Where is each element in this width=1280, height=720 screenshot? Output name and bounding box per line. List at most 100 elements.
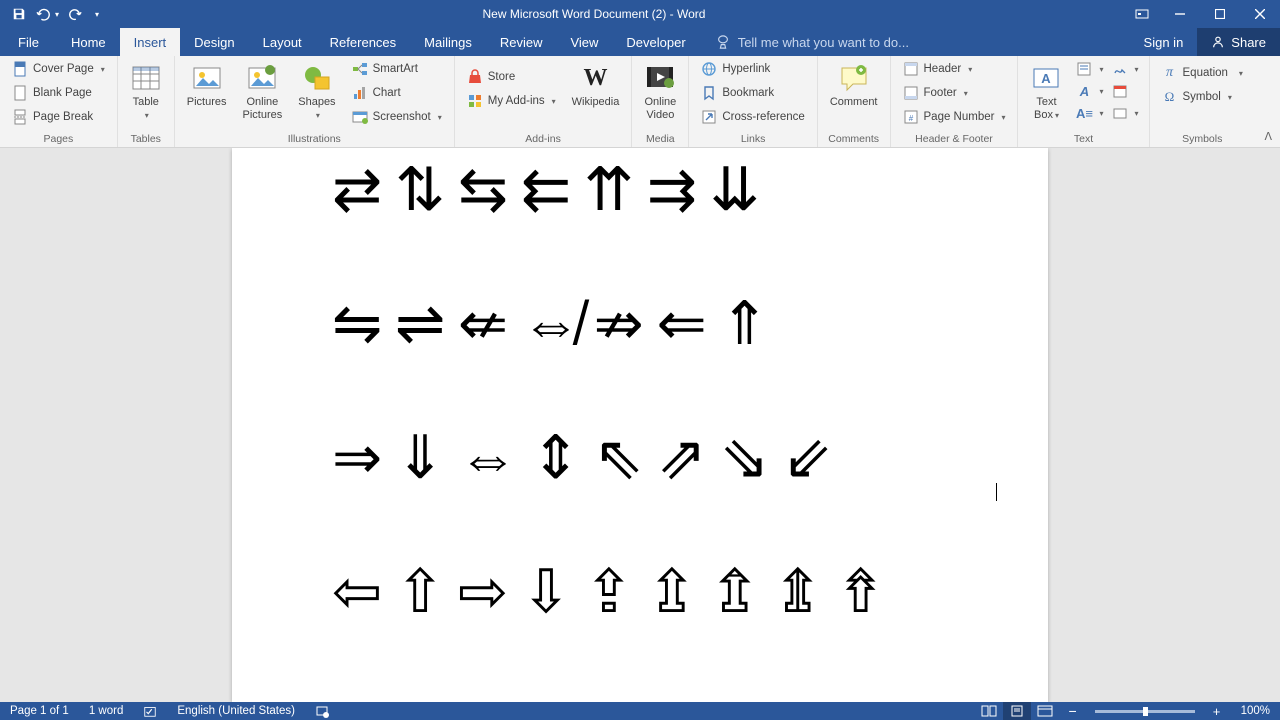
title-bar: ▾ ▾ New Microsoft Word Document (2) - Wo…: [0, 0, 1280, 28]
bookmark-button[interactable]: Bookmark: [695, 82, 810, 104]
zoom-slider[interactable]: [1095, 710, 1195, 713]
signature-line-button[interactable]: ▾: [1108, 58, 1143, 80]
qat-customize[interactable]: ▾: [90, 2, 104, 26]
addins-group-label: Add-ins: [461, 133, 626, 147]
zoom-out-button[interactable]: −: [1059, 702, 1087, 720]
read-mode-button[interactable]: [975, 702, 1003, 720]
symbol-button[interactable]: Ω Symbol▾: [1156, 86, 1249, 108]
document-page[interactable]: ⇄ ⇅ ⇆ ⇇ ⇈ ⇉ ⇊ ⇋ ⇌ ⇍ ⇎ ⇏ ⇐ ⇑ ⇒ ⇓ ⇔ ⇕ ⇖ ⇗ …: [232, 148, 1048, 702]
macro-recording[interactable]: [305, 704, 339, 718]
page-break-button[interactable]: Page Break: [6, 106, 111, 128]
wikipedia-label: Wikipedia: [572, 96, 620, 109]
online-pictures-icon: [246, 62, 278, 94]
illustrations-group-label: Illustrations: [181, 133, 448, 147]
wordart-button[interactable]: A▾: [1072, 80, 1107, 102]
redo-button[interactable]: [62, 2, 88, 26]
word-count[interactable]: 1 word: [79, 705, 134, 717]
text-box-button[interactable]: A TextBox▾: [1024, 58, 1068, 124]
undo-button[interactable]: ▾: [34, 2, 60, 26]
hyperlink-icon: [701, 61, 717, 77]
footer-button[interactable]: Footer▾: [897, 82, 1012, 104]
comment-button[interactable]: Comment: [824, 58, 884, 111]
tab-references[interactable]: References: [316, 28, 410, 56]
smartart-label: SmartArt: [373, 63, 418, 75]
blank-page-button[interactable]: Blank Page: [6, 82, 111, 104]
print-layout-button[interactable]: [1003, 702, 1031, 720]
store-label: Store: [488, 71, 516, 83]
tab-developer[interactable]: Developer: [612, 28, 699, 56]
page-break-label: Page Break: [33, 111, 93, 123]
quick-parts-button[interactable]: ▾: [1072, 58, 1107, 80]
page-number-button[interactable]: # Page Number▾: [897, 106, 1012, 128]
store-button[interactable]: Store: [461, 66, 562, 88]
tell-me-search[interactable]: Tell me what you want to do...: [700, 35, 909, 50]
online-pictures-button[interactable]: OnlinePictures: [237, 58, 289, 124]
header-button[interactable]: Header▾: [897, 58, 1012, 80]
zoom-level[interactable]: 100%: [1231, 705, 1280, 717]
page-number-label: Page Number: [924, 111, 995, 123]
bookmark-label: Bookmark: [722, 87, 774, 99]
save-button[interactable]: [6, 2, 32, 26]
comments-group-label: Comments: [824, 133, 884, 147]
group-comments: Comment Comments: [818, 56, 891, 147]
tab-layout[interactable]: Layout: [249, 28, 316, 56]
collapse-ribbon-button[interactable]: ᐱ: [1264, 130, 1272, 143]
cover-page-icon: [12, 61, 28, 77]
tab-insert[interactable]: Insert: [120, 28, 181, 56]
ribbon: Cover Page▾ Blank Page Page Break Pages …: [0, 56, 1280, 148]
screenshot-button[interactable]: Screenshot▾: [346, 106, 448, 128]
close-button[interactable]: [1240, 0, 1280, 28]
ribbon-display-options[interactable]: [1124, 0, 1160, 28]
tab-review[interactable]: Review: [486, 28, 557, 56]
web-layout-button[interactable]: [1031, 702, 1059, 720]
tab-file[interactable]: File: [0, 28, 57, 56]
minimize-button[interactable]: [1160, 0, 1200, 28]
language-indicator[interactable]: English (United States): [167, 705, 305, 717]
drop-cap-button[interactable]: A≡▾: [1072, 102, 1107, 124]
links-group-label: Links: [695, 133, 810, 147]
sign-in-link[interactable]: Sign in: [1130, 28, 1198, 56]
chart-button[interactable]: Chart: [346, 82, 448, 104]
comment-label: Comment: [830, 96, 878, 109]
pictures-button[interactable]: Pictures: [181, 58, 233, 111]
smartart-button[interactable]: SmartArt: [346, 58, 448, 80]
symbol-icon: Ω: [1162, 89, 1178, 105]
my-addins-icon: [467, 93, 483, 109]
maximize-button[interactable]: [1200, 0, 1240, 28]
footer-icon: [903, 85, 919, 101]
cover-page-label: Cover Page: [33, 63, 94, 75]
header-icon: [903, 61, 919, 77]
group-media: OnlineVideo Media: [632, 56, 689, 147]
shapes-button[interactable]: Shapes▾: [292, 58, 341, 124]
my-addins-button[interactable]: My Add-ins▾: [461, 90, 562, 112]
cross-reference-button[interactable]: Cross-reference: [695, 106, 810, 128]
zoom-in-button[interactable]: +: [1203, 702, 1231, 720]
object-icon: [1112, 105, 1128, 121]
tab-view[interactable]: View: [556, 28, 612, 56]
equation-label: Equation: [1183, 67, 1228, 79]
tab-design[interactable]: Design: [180, 28, 248, 56]
online-video-button[interactable]: OnlineVideo: [638, 58, 682, 124]
signature-icon: [1112, 61, 1128, 77]
screenshot-icon: [352, 109, 368, 125]
date-time-button[interactable]: [1108, 80, 1132, 102]
object-button[interactable]: ▾: [1108, 102, 1143, 124]
share-label: Share: [1231, 35, 1266, 50]
quick-access-toolbar: ▾ ▾: [0, 2, 104, 26]
media-group-label: Media: [638, 133, 682, 147]
tab-mailings[interactable]: Mailings: [410, 28, 486, 56]
spell-check-status[interactable]: [133, 704, 167, 718]
equation-button[interactable]: π Equation▾: [1156, 62, 1249, 84]
cover-page-button[interactable]: Cover Page▾: [6, 58, 111, 80]
svg-text:#: #: [908, 114, 913, 123]
share-button[interactable]: Share: [1197, 28, 1280, 56]
table-button[interactable]: Table▾: [124, 58, 168, 124]
smartart-icon: [352, 61, 368, 77]
tab-home[interactable]: Home: [57, 28, 120, 56]
document-area[interactable]: ⇄ ⇅ ⇆ ⇇ ⇈ ⇉ ⇊ ⇋ ⇌ ⇍ ⇎ ⇏ ⇐ ⇑ ⇒ ⇓ ⇔ ⇕ ⇖ ⇗ …: [0, 148, 1280, 702]
wikipedia-button[interactable]: W Wikipedia: [566, 58, 626, 111]
hyperlink-button[interactable]: Hyperlink: [695, 58, 810, 80]
page-indicator[interactable]: Page 1 of 1: [0, 705, 79, 717]
symbols-group-label: Symbols: [1156, 133, 1249, 147]
equation-icon: π: [1162, 65, 1178, 81]
